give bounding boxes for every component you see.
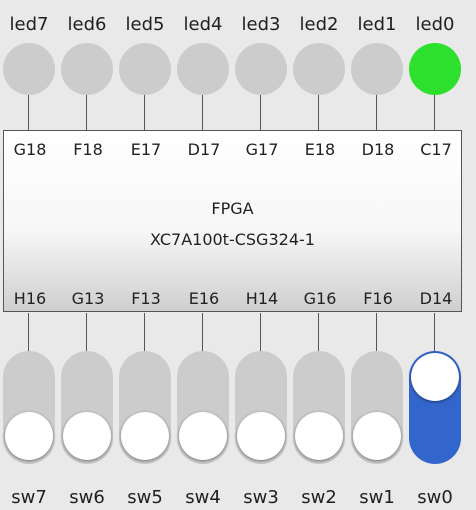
led-label: led2 xyxy=(299,14,339,35)
pin-label: D14 xyxy=(419,289,453,308)
switch-label: sw1 xyxy=(359,487,395,508)
switch-label: sw5 xyxy=(127,487,163,508)
toggle-switch[interactable] xyxy=(61,351,113,464)
led-label: led6 xyxy=(67,14,107,35)
wire xyxy=(86,313,87,351)
pin-label: G17 xyxy=(245,140,279,159)
pin-label: E16 xyxy=(188,289,220,308)
switch-label: sw2 xyxy=(301,487,337,508)
led-indicator xyxy=(351,43,403,95)
wire xyxy=(434,313,435,351)
switch-label: sw4 xyxy=(185,487,221,508)
pin-label: G18 xyxy=(13,140,47,159)
pin-label: G16 xyxy=(303,289,337,308)
wire xyxy=(144,95,145,130)
led-label: led1 xyxy=(357,14,397,35)
toggle-switch[interactable] xyxy=(351,351,403,464)
fpga-part-number: XC7A100t-CSG324-1 xyxy=(150,230,315,249)
switch-label: sw7 xyxy=(11,487,47,508)
wire xyxy=(318,313,319,351)
led-label: led3 xyxy=(241,14,281,35)
wire xyxy=(202,95,203,130)
wire xyxy=(28,95,29,130)
pin-label: D18 xyxy=(361,140,395,159)
led-indicator xyxy=(177,43,229,95)
pin-label: H14 xyxy=(245,289,279,308)
pin-label: D17 xyxy=(187,140,221,159)
toggle-switch[interactable] xyxy=(3,351,55,464)
toggle-switch[interactable] xyxy=(119,351,171,464)
wire xyxy=(144,313,145,351)
pin-label: G13 xyxy=(71,289,105,308)
pin-label: F16 xyxy=(363,289,393,308)
wire xyxy=(28,313,29,351)
led-indicator xyxy=(235,43,287,95)
wire xyxy=(434,95,435,130)
switch-knob[interactable] xyxy=(295,412,343,460)
wire xyxy=(86,95,87,130)
switch-knob[interactable] xyxy=(353,412,401,460)
switch-label: sw6 xyxy=(69,487,105,508)
led-label: led0 xyxy=(415,14,455,35)
switch-knob[interactable] xyxy=(5,412,53,460)
wire xyxy=(260,313,261,351)
led-indicator xyxy=(409,43,461,95)
wire xyxy=(376,313,377,351)
pin-label: F13 xyxy=(131,289,161,308)
pin-label: F18 xyxy=(73,140,103,159)
led-label: led4 xyxy=(183,14,223,35)
wire xyxy=(376,95,377,130)
toggle-switch[interactable] xyxy=(235,351,287,464)
toggle-switch[interactable] xyxy=(409,351,461,464)
switch-knob[interactable] xyxy=(179,412,227,460)
fpga-chip: G18 F18 E17 D17 G17 E18 D18 C17 FPGA XC7… xyxy=(3,130,462,312)
switch-knob[interactable] xyxy=(237,412,285,460)
switch-knob[interactable] xyxy=(63,412,111,460)
pin-label: C17 xyxy=(420,140,452,159)
pin-label: E18 xyxy=(304,140,336,159)
switch-label: sw0 xyxy=(417,487,453,508)
switch-label: sw3 xyxy=(243,487,279,508)
wire xyxy=(260,95,261,130)
led-label: led5 xyxy=(125,14,165,35)
pin-label: H16 xyxy=(13,289,47,308)
switch-knob[interactable] xyxy=(411,353,459,401)
toggle-switch[interactable] xyxy=(177,351,229,464)
wire xyxy=(202,313,203,351)
wire xyxy=(318,95,319,130)
led-indicator xyxy=(119,43,171,95)
fpga-title: FPGA xyxy=(211,199,254,218)
toggle-switch[interactable] xyxy=(293,351,345,464)
led-indicator xyxy=(293,43,345,95)
led-label: led7 xyxy=(9,14,49,35)
pin-label: E17 xyxy=(130,140,162,159)
switch-knob[interactable] xyxy=(121,412,169,460)
led-indicator xyxy=(61,43,113,95)
led-indicator xyxy=(3,43,55,95)
